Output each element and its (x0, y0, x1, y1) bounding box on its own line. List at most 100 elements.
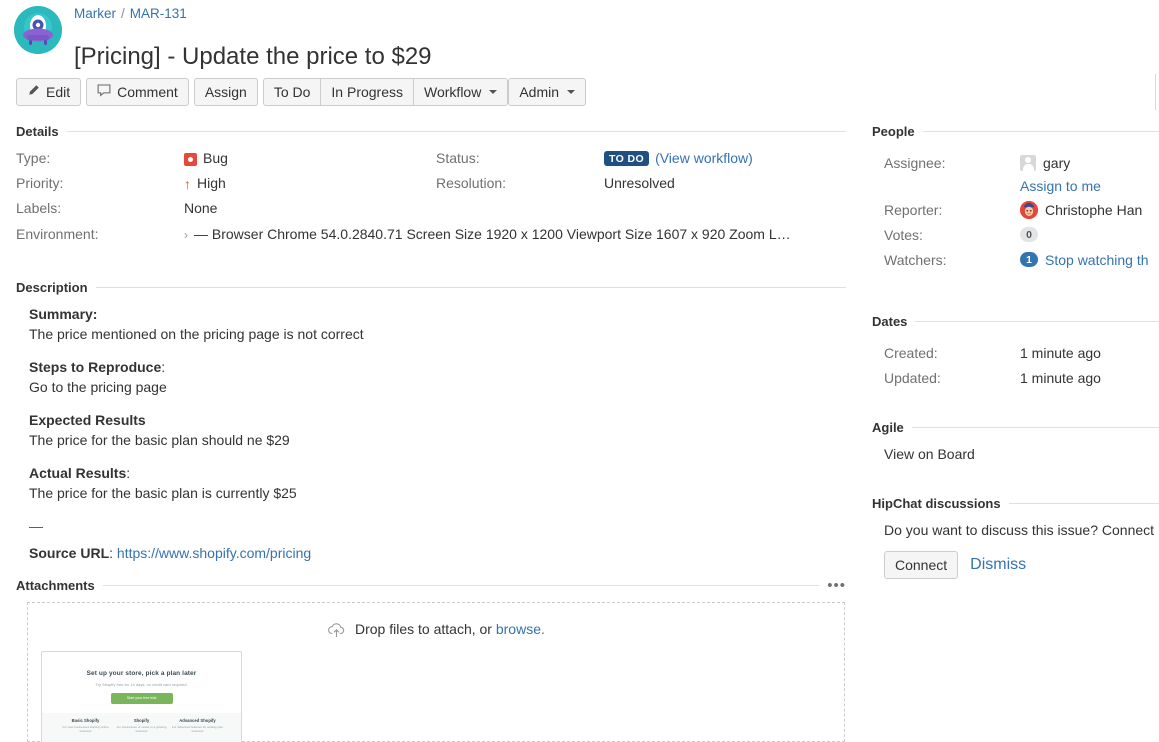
detail-row-resolution: Resolution: Unresolved (436, 175, 846, 200)
section-rule (1009, 503, 1159, 504)
comment-icon (97, 79, 111, 105)
description-steps-block: Steps to Reproduce: Go to the pricing pa… (29, 357, 829, 397)
dates-section-header: Dates (872, 314, 1159, 329)
view-on-board-link[interactable]: View on Board (872, 446, 975, 462)
in-progress-button[interactable]: In Progress (320, 78, 414, 106)
updated-value: 1 minute ago (1020, 370, 1101, 386)
in-progress-button-label: In Progress (331, 79, 403, 105)
section-rule (67, 131, 846, 132)
page-title: [Pricing] - Update the price to $29 (74, 42, 432, 72)
description-divider: — (29, 516, 829, 536)
summary-label: Summary: (29, 306, 97, 322)
dates-rows: Created: 1 minute ago Updated: 1 minute … (872, 340, 1159, 390)
status-badge: TO DO (604, 151, 649, 166)
thumbnail-plan: Shopify For businesses or needs in a gro… (116, 718, 168, 733)
updated-label: Updated: (872, 370, 1020, 386)
workflow-dropdown-button[interactable]: Workflow (413, 78, 508, 106)
sidebar-row-created: Created: 1 minute ago (872, 340, 1159, 365)
assign-to-me-wrap: Assign to me (1020, 178, 1101, 194)
description-summary-block: Summary: The price mentioned on the pric… (29, 304, 829, 344)
connect-button[interactable]: Connect (884, 551, 958, 579)
source-url-link[interactable]: https://www.shopify.com/pricing (117, 545, 311, 561)
attachment-thumbnail[interactable]: Set up your store, pick a plan later Try… (41, 651, 242, 742)
dates-heading: Dates (872, 314, 907, 329)
connect-button-label: Connect (895, 552, 947, 578)
sidebar-row-assign-to-me: Assign to me (872, 175, 1159, 197)
dismiss-link[interactable]: Dismiss (970, 556, 1026, 574)
more-options-icon[interactable]: ••• (827, 582, 846, 590)
pencil-icon (27, 79, 40, 105)
breadcrumb: Marker/MAR-131 (74, 6, 187, 22)
people-heading: People (872, 124, 915, 139)
environment-value: › — Browser Chrome 54.0.2840.71 Screen S… (184, 226, 791, 242)
priority-label: Priority: (16, 175, 184, 191)
section-rule (915, 321, 1159, 322)
chevron-right-icon[interactable]: › (184, 228, 188, 242)
resolution-label: Resolution: (436, 175, 604, 191)
thumbnail-title: Set up your store, pick a plan later (42, 670, 241, 677)
actual-text: The price for the basic plan is currentl… (29, 485, 297, 501)
section-rule (96, 287, 846, 288)
breadcrumb-issue-key[interactable]: MAR-131 (130, 6, 187, 21)
assign-button[interactable]: Assign (194, 78, 258, 106)
detail-row-labels: Labels: None (16, 200, 436, 225)
attachments-section-header: Attachments ••• (16, 578, 846, 593)
reporter-value: Christophe Han (1020, 201, 1142, 219)
watchers-badge: 1 (1020, 252, 1038, 267)
dropzone-message: Drop files to attach, or browse. (28, 621, 844, 641)
admin-dropdown-button[interactable]: Admin (508, 78, 586, 106)
upload-cloud-icon (327, 623, 346, 641)
sidebar-row-watchers: Watchers: 1 Stop watching th (872, 247, 1159, 272)
chevron-down-icon (567, 90, 575, 94)
detail-row-status: Status: TO DO (View workflow) (436, 150, 846, 175)
created-label: Created: (872, 345, 1020, 361)
section-rule (103, 585, 819, 586)
agile-body: View on Board (872, 445, 1159, 464)
plan-name: Advanced Shopify (172, 718, 224, 723)
stop-watching-link[interactable]: Stop watching th (1045, 252, 1149, 268)
workflow-button-label: Workflow (424, 79, 481, 105)
issue-toolbar: Edit Comment Assign To Do In Progress Wo… (16, 78, 586, 106)
resolution-value: Unresolved (604, 175, 675, 191)
attachments-heading: Attachments (16, 578, 95, 593)
view-workflow-link[interactable]: (View workflow) (655, 150, 753, 166)
edit-button[interactable]: Edit (16, 78, 81, 106)
type-value-text: Bug (203, 150, 228, 166)
priority-value: ↑ High (184, 175, 226, 191)
hipchat-prompt: Do you want to discuss this issue? Conne… (872, 521, 1159, 540)
chevron-down-icon (489, 90, 497, 94)
todo-button[interactable]: To Do (263, 78, 322, 106)
hipchat-heading: HipChat discussions (872, 496, 1001, 511)
thumbnail-plan: Basic Shopify For new businesses startin… (60, 718, 112, 733)
summary-text: The price mentioned on the pricing page … (29, 326, 364, 342)
attachment-dropzone[interactable]: Drop files to attach, or browse. Set up … (27, 602, 845, 742)
environment-label: Environment: (16, 226, 184, 242)
project-avatar (14, 6, 62, 54)
browse-link[interactable]: browse. (496, 621, 545, 637)
description-actual-block: Actual Results: The price for the basic … (29, 463, 829, 503)
assign-to-me-link[interactable]: Assign to me (1020, 178, 1101, 194)
admin-button-label: Admin (519, 79, 559, 105)
sidebar-row-updated: Updated: 1 minute ago (872, 365, 1159, 390)
divider-dash: — (29, 518, 43, 534)
assignee-name: gary (1043, 155, 1070, 171)
expected-text: The price for the basic plan should ne $… (29, 432, 290, 448)
section-rule (923, 131, 1159, 132)
status-value: TO DO (View workflow) (604, 150, 753, 166)
environment-row-wrap: Environment: › — Browser Chrome 54.0.284… (16, 226, 846, 251)
breadcrumb-project-link[interactable]: Marker (74, 6, 116, 21)
sidebar-row-assignee: Assignee: gary (872, 150, 1159, 175)
details-left-column: Type: Bug Priority: ↑ High Labels: None (16, 150, 436, 225)
hipchat-actions: Connect Dismiss (872, 551, 1159, 579)
thumbnail-plan: Advanced Shopify For advanced features f… (172, 718, 224, 733)
thumbnail-plans: Basic Shopify For new businesses startin… (42, 713, 241, 742)
expected-label: Expected Results (29, 412, 146, 428)
assignee-value: gary (1020, 155, 1070, 171)
sidebar-row-reporter: Reporter: Christophe Han (872, 197, 1159, 222)
votes-badge: 0 (1020, 227, 1038, 242)
hipchat-body: Do you want to discuss this issue? Conne… (872, 521, 1159, 579)
thumbnail-cta-button: Start your free trial (111, 693, 173, 704)
plan-desc: For new businesses starting online busin… (60, 725, 112, 733)
comment-button[interactable]: Comment (86, 78, 189, 106)
watchers-label: Watchers: (872, 252, 1020, 268)
